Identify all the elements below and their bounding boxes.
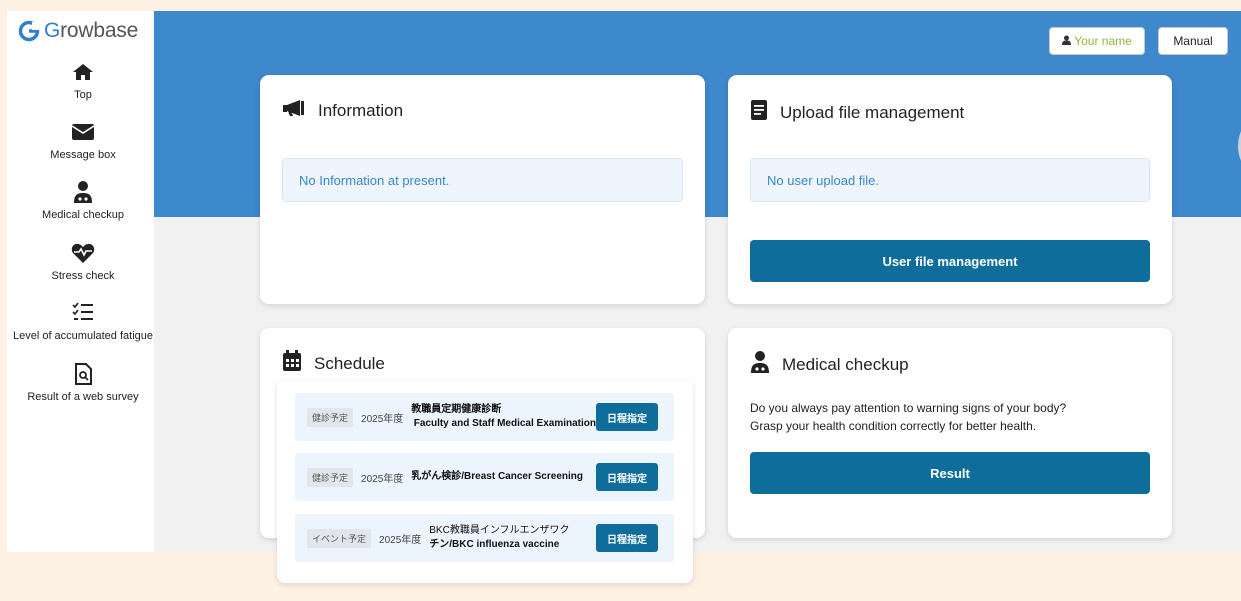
calendar-icon: [282, 350, 302, 377]
schedule-title: BKC教職員インフルエンザワク チン/BKC influenza vaccine: [429, 525, 570, 550]
set-date-button[interactable]: 日程指定: [596, 403, 658, 431]
checklist-icon: [72, 300, 94, 326]
card-title: Information: [318, 100, 404, 120]
schedule-title: 乳がん検診/Breast Cancer Screening: [411, 471, 583, 482]
description-line: Grasp your health condition correctly fo…: [750, 419, 1037, 433]
set-date-button[interactable]: 日程指定: [596, 463, 658, 491]
growbase-logo-icon: [18, 20, 40, 42]
card-title: Schedule: [314, 353, 385, 373]
search-document-icon: [74, 361, 92, 387]
sidebar-item-message-box[interactable]: Message box: [7, 119, 159, 161]
doctor-icon: [750, 350, 770, 379]
user-name-button[interactable]: Your name: [1049, 27, 1145, 55]
user-name-label: Your name: [1074, 34, 1132, 48]
sidebar-item-label: Top: [74, 89, 92, 101]
set-date-button[interactable]: 日程指定: [596, 524, 658, 552]
manual-button[interactable]: Manual: [1158, 27, 1228, 55]
medical-checkup-card: Medical checkup Do you always pay attent…: [728, 328, 1172, 538]
document-icon: [750, 99, 768, 126]
home-icon: [72, 59, 94, 85]
information-header: Information: [282, 99, 403, 122]
schedule-header: Schedule: [282, 350, 385, 377]
manual-label: Manual: [1173, 34, 1213, 48]
schedule-list-panel: 健診予定 2025年度 教職員定期健康診断 Faculty and Staff …: [277, 381, 693, 583]
medical-checkup-description: Do you always pay attention to warning s…: [750, 399, 1150, 435]
schedule-item: 健診予定 2025年度 教職員定期健康診断 Faculty and Staff …: [295, 393, 674, 441]
sidebar-item-label: Level of accumulated fatigue: [12, 330, 154, 342]
megaphone-icon: [282, 99, 306, 122]
schedule-tag: 健診予定: [307, 467, 354, 487]
schedule-item: イベント予定 2025年度 BKC教職員インフルエンザワク チン/BKC inf…: [295, 514, 674, 562]
card-title: Medical checkup: [782, 354, 909, 374]
upload-notice: No user upload file.: [750, 158, 1150, 202]
upload-file-header: Upload file management: [750, 99, 964, 126]
sidebar-item-label: Medical checkup: [42, 209, 124, 221]
schedule-item: 健診予定 2025年度 乳がん検診/Breast Cancer Screenin…: [295, 453, 674, 501]
sidebar-item-stress-check[interactable]: Stress check: [7, 240, 159, 282]
sidebar-item-medical-checkup[interactable]: Medical checkup: [7, 179, 159, 221]
result-button[interactable]: Result: [750, 452, 1150, 494]
sidebar-item-top[interactable]: Top: [7, 59, 159, 101]
description-line: Do you always pay attention to warning s…: [750, 401, 1067, 415]
sidebar-item-web-survey[interactable]: Result of a web survey: [7, 361, 159, 403]
user-icon: [1062, 34, 1072, 48]
sidebar-item-label: Stress check: [51, 270, 115, 282]
schedule-tag: 健診予定: [307, 407, 354, 427]
doctor-icon: [73, 179, 93, 205]
sidebar-item-label: Message box: [50, 149, 116, 161]
information-notice: No Information at present.: [282, 158, 683, 202]
sidebar-item-fatigue-level[interactable]: Level of accumulated fatigue: [7, 300, 159, 342]
schedule-year: 2025年度: [361, 413, 404, 425]
logo-text: Growbase: [44, 19, 139, 42]
user-file-management-button[interactable]: User file management: [750, 240, 1150, 282]
medical-checkup-header: Medical checkup: [750, 350, 909, 379]
schedule-year: 2025年度: [379, 534, 422, 546]
sidebar: Growbase Top Message box Medical checkup: [7, 11, 154, 552]
envelope-icon: [71, 119, 95, 145]
schedule-year: 2025年度: [361, 473, 404, 485]
information-card: Information No Information at present.: [260, 75, 705, 304]
schedule-tag: イベント予定: [307, 528, 372, 548]
schedule-title: 教職員定期健康診断 Faculty and Staff Medical Exam…: [411, 404, 596, 429]
sidebar-item-label: Result of a web survey: [27, 391, 139, 403]
upload-file-card: Upload file management No user upload fi…: [728, 75, 1172, 304]
card-title: Upload file management: [780, 102, 965, 122]
growbase-logo[interactable]: Growbase: [18, 19, 138, 43]
heartbeat-icon: [71, 240, 95, 266]
